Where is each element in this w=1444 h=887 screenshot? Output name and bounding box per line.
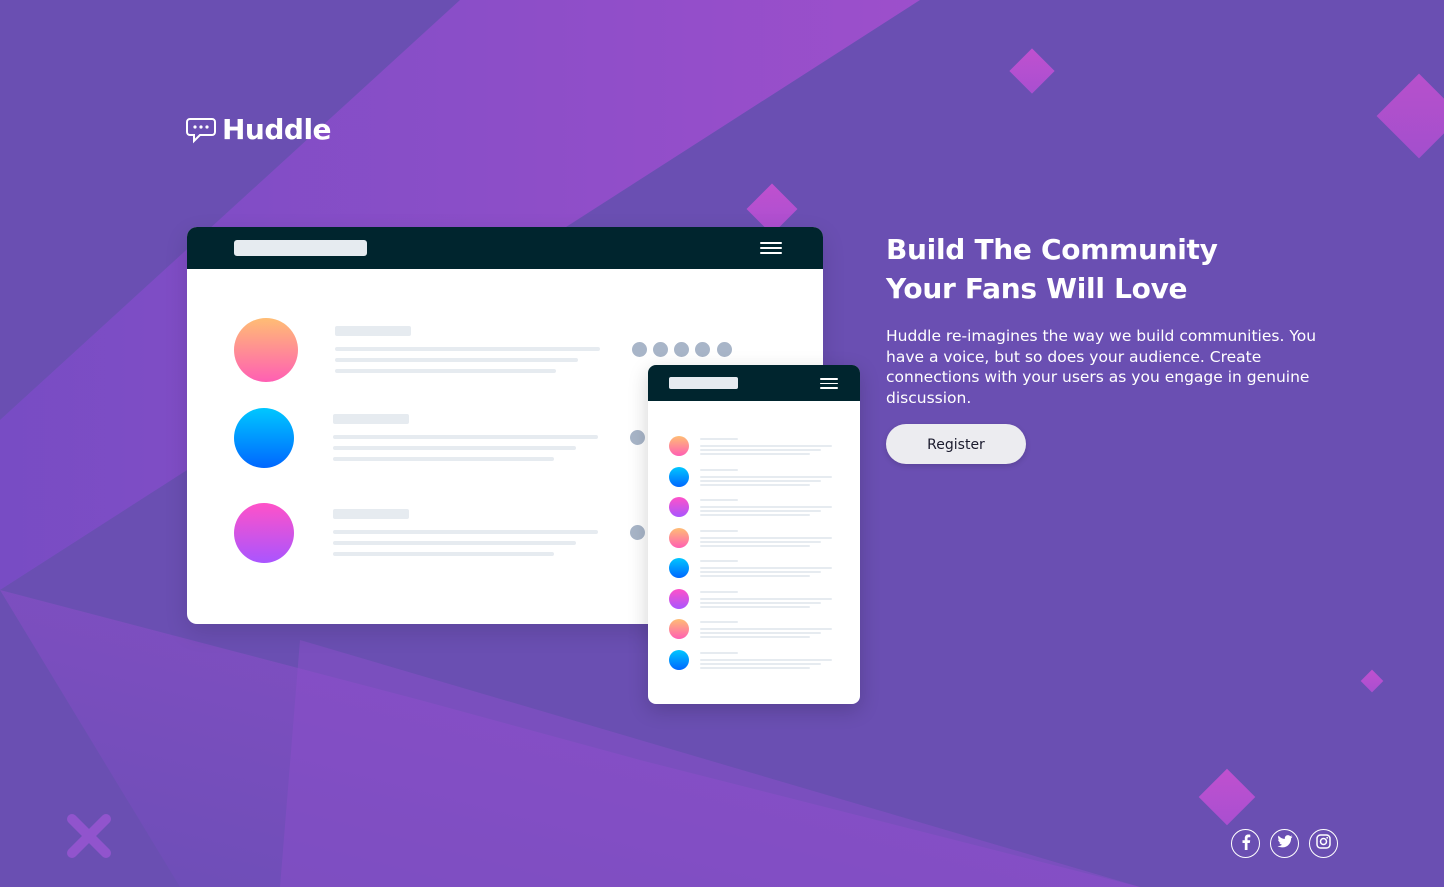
mockup-row bbox=[648, 619, 860, 641]
mockup-title-bar bbox=[648, 365, 860, 401]
mockup-row bbox=[648, 558, 860, 580]
mockup-avatar bbox=[234, 503, 294, 563]
mockup-row bbox=[648, 528, 860, 550]
hero-section: Build The Community Your Fans Will Love … bbox=[886, 230, 1346, 464]
logo[interactable]: Huddle bbox=[186, 113, 332, 146]
mockup-row bbox=[648, 497, 860, 519]
mockup-row bbox=[648, 650, 860, 672]
hero-title: Build The Community Your Fans Will Love bbox=[886, 230, 1346, 308]
mockup-row bbox=[648, 467, 860, 489]
mockup-title-placeholder bbox=[669, 377, 738, 389]
facebook-link[interactable] bbox=[1231, 829, 1260, 858]
instagram-link[interactable] bbox=[1309, 829, 1338, 858]
hero-description: Huddle re-imagines the way we build comm… bbox=[886, 327, 1317, 407]
mockup-title-bar bbox=[187, 227, 823, 269]
mockup-avatar bbox=[234, 318, 298, 382]
instagram-icon bbox=[1316, 834, 1331, 853]
facebook-icon bbox=[1241, 834, 1251, 854]
hamburger-icon bbox=[760, 242, 782, 254]
hamburger-icon bbox=[820, 378, 838, 389]
hero-title-line-2: Your Fans Will Love bbox=[886, 272, 1188, 305]
social-links bbox=[1231, 829, 1338, 858]
mockup-row bbox=[648, 589, 860, 611]
hero-title-line-1: Build The Community bbox=[886, 233, 1218, 266]
mockup-title-placeholder bbox=[234, 240, 367, 256]
brand-name: Huddle bbox=[222, 113, 332, 146]
mockup-avatar bbox=[234, 408, 294, 468]
twitter-icon bbox=[1277, 834, 1293, 853]
register-button[interactable]: Register bbox=[886, 424, 1026, 464]
mockup-row bbox=[648, 436, 860, 458]
mobile-mockup bbox=[648, 365, 860, 704]
twitter-link[interactable] bbox=[1270, 829, 1299, 858]
chat-bubble-icon bbox=[186, 115, 216, 145]
